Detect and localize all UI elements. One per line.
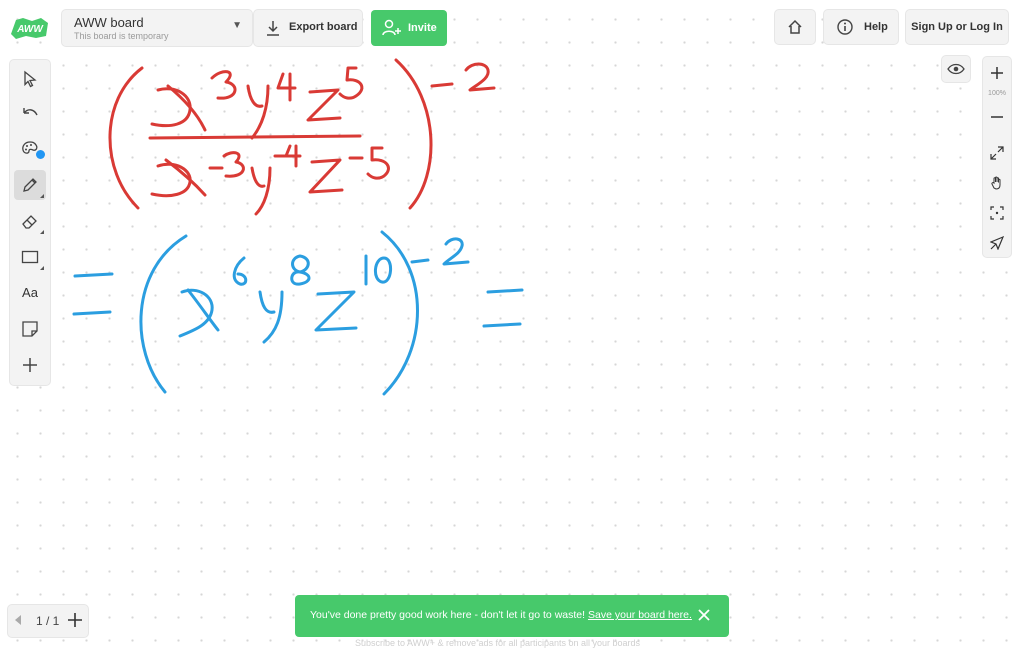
save-board-link[interactable]: Save your board here. (588, 609, 692, 621)
blue-handwritten-expression (72, 230, 524, 396)
drawing-canvas[interactable] (0, 0, 1024, 648)
previous-page-icon[interactable] (15, 615, 21, 625)
page-indicator: 1 / 1 (36, 614, 60, 628)
red-handwritten-expression (108, 58, 496, 216)
toast-message: You've done pretty good work here - don'… (310, 609, 586, 621)
close-icon[interactable] (697, 608, 711, 622)
add-page-icon[interactable] (66, 611, 84, 629)
subscription-note: Subscribe to AWW+ & remove ads for all p… (355, 638, 641, 648)
save-board-toast: You've done pretty good work here - don'… (295, 595, 729, 637)
page-navigation: 1 / 1 (8, 605, 88, 637)
